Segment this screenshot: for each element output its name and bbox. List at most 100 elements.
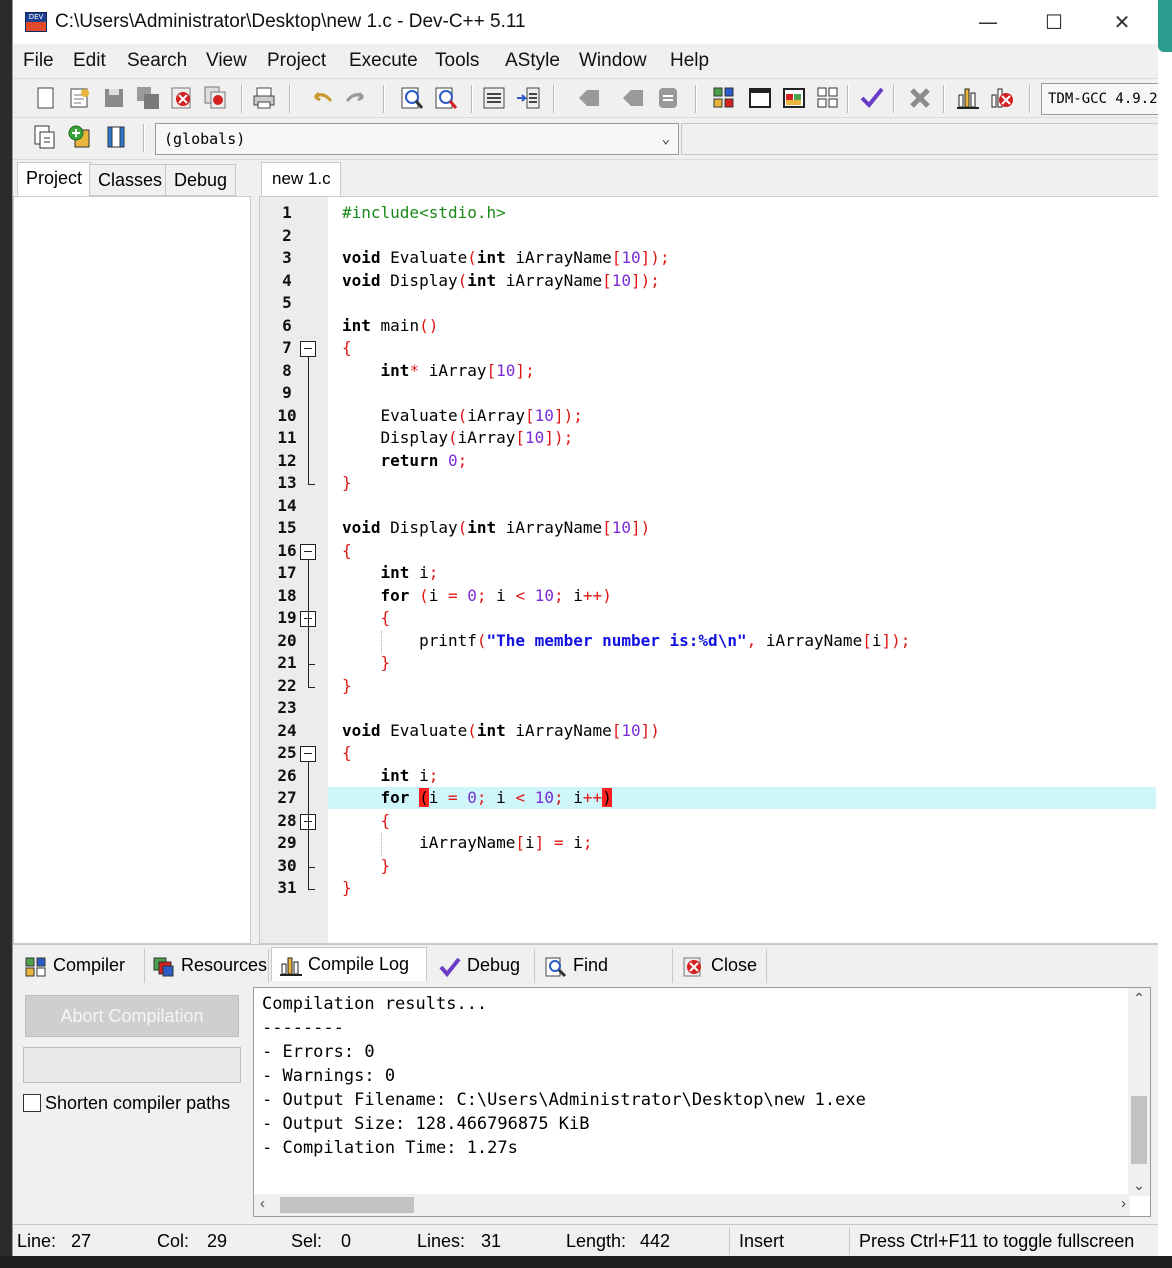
line-gutter: 1 2 3 4 5 6 7 8 9 10 11 12 13 14 15 16 17 18 19 20 21 22 23 24 2… — [260, 197, 328, 943]
log-line: - Errors: 0 — [262, 1042, 375, 1062]
code-editor[interactable]: 1 2 3 4 5 6 7 8 9 10 11 12 13 14 15 16 17 18 19 20 21 22 23 24 2… — [259, 196, 1158, 944]
bar-chart-icon — [280, 954, 302, 976]
code-line: } — [342, 473, 352, 492]
profile-chart-icon[interactable] — [955, 85, 981, 111]
toolbar-separator — [241, 85, 243, 113]
compile-log-output[interactable]: Compilation results... -------- - Errors: … — [253, 987, 1151, 1217]
save-icon[interactable] — [101, 85, 127, 111]
close-button[interactable]: ✕ — [1089, 0, 1155, 44]
tab-compile-log-label: Compile Log — [308, 954, 410, 974]
menu-search[interactable]: Search — [127, 50, 187, 72]
minimize-button[interactable]: — — [955, 0, 1021, 44]
code-line: { — [342, 338, 352, 357]
scroll-up-icon[interactable]: ⌃ — [1128, 990, 1150, 1007]
compile-run-icon[interactable] — [781, 85, 807, 111]
fold-collapse-icon[interactable] — [300, 341, 316, 357]
compile-icon[interactable] — [711, 85, 737, 111]
maximize-button[interactable]: ☐ — [1021, 0, 1087, 44]
status-sel-value: 0 — [341, 1231, 352, 1251]
toolbar-separator — [143, 124, 145, 152]
menu-help[interactable]: Help — [670, 50, 709, 72]
run-icon[interactable] — [747, 85, 773, 111]
shorten-paths-label: Shorten compiler paths — [45, 1093, 231, 1113]
tab-resources[interactable]: Resources — [145, 949, 269, 983]
rebuild-all-icon[interactable] — [815, 85, 841, 111]
status-insert-mode: Insert — [739, 1231, 785, 1251]
status-length-label: Length: — [566, 1231, 627, 1251]
stop-execution-icon[interactable] — [907, 85, 933, 111]
bookmark-prev-icon[interactable] — [575, 85, 601, 111]
menu-bar: File Edit Search View Project Execute To… — [13, 44, 1158, 78]
close-red-icon — [683, 955, 705, 977]
replace-icon[interactable] — [433, 85, 459, 111]
undo-icon[interactable] — [309, 85, 335, 111]
find-icon[interactable] — [399, 85, 425, 111]
goto-line-icon[interactable] — [515, 85, 541, 111]
tab-debug[interactable]: Debug — [165, 164, 237, 196]
status-col-value: 29 — [207, 1231, 228, 1251]
scroll-right-icon[interactable]: › — [1121, 1195, 1126, 1212]
tab-project[interactable]: Project — [17, 162, 92, 196]
bookmark-next-icon[interactable] — [619, 85, 645, 111]
line-number: 7 — [282, 338, 292, 357]
log-line: - Compilation Time: 1.27s — [262, 1138, 518, 1158]
syntax-check-icon[interactable] — [859, 85, 885, 111]
save-all-icon[interactable] — [135, 85, 161, 111]
fold-collapse-icon[interactable] — [300, 746, 316, 762]
fold-end — [308, 484, 315, 485]
scroll-thumb[interactable] — [280, 1197, 414, 1213]
menu-project[interactable]: Project — [267, 50, 326, 72]
indent-guide — [381, 833, 382, 856]
tab-find-results[interactable]: Find Results — [537, 949, 673, 1007]
menu-view[interactable]: View — [206, 50, 247, 72]
tab-close[interactable]: Close — [675, 949, 767, 983]
secondary-toolbar: (globals) ⌄ — [13, 118, 1158, 160]
close-file-icon[interactable] — [169, 85, 195, 111]
new-project-icon[interactable] — [31, 124, 57, 150]
log-horizontal-scrollbar[interactable]: ‹ › — [254, 1194, 1130, 1216]
shorten-paths-option[interactable]: Shorten compiler paths — [23, 1093, 230, 1114]
menu-window[interactable]: Window — [579, 50, 647, 72]
menu-astyle[interactable]: AStyle — [505, 50, 560, 72]
new-file-icon[interactable] — [33, 85, 59, 111]
line-number: 22 — [277, 675, 297, 695]
tab-classes[interactable]: Classes — [89, 164, 172, 196]
scope-dropdown[interactable]: (globals) ⌄ — [155, 123, 679, 155]
menu-execute[interactable]: Execute — [349, 50, 418, 72]
redo-icon[interactable] — [343, 85, 369, 111]
menu-tools[interactable]: Tools — [435, 50, 479, 72]
close-all-icon[interactable] — [203, 85, 229, 111]
print-icon[interactable] — [251, 85, 277, 111]
scroll-thumb[interactable] — [1131, 1096, 1147, 1164]
toggle-comment-icon[interactable] — [655, 85, 681, 111]
add-to-project-icon[interactable] — [67, 124, 93, 150]
menu-file[interactable]: File — [23, 50, 54, 72]
open-file-icon[interactable] — [67, 85, 93, 111]
tab-compiler[interactable]: Compiler — [17, 949, 145, 983]
fold-collapse-icon[interactable] — [300, 543, 316, 560]
code-line: for (i = 0; i < 10; i++) — [380, 585, 612, 605]
project-options-icon[interactable] — [103, 124, 129, 150]
shorten-paths-checkbox[interactable] — [23, 1094, 41, 1112]
fold-end — [308, 889, 315, 890]
compiler-set-select[interactable]: TDM-GCC 4.9.2 64-bit Release — [1041, 83, 1158, 115]
function-dropdown[interactable] — [681, 123, 1158, 155]
log-line: - Warnings: 0 — [262, 1066, 396, 1086]
menu-edit[interactable]: Edit — [73, 50, 106, 72]
tab-debug-output[interactable]: Debug — [431, 949, 535, 983]
scroll-left-icon[interactable]: ‹ — [260, 1195, 265, 1212]
delete-profile-icon[interactable] — [989, 85, 1015, 111]
abort-compilation-button[interactable]: Abort Compilation — [25, 995, 239, 1037]
devcpp-app-icon: DEV — [25, 12, 47, 32]
project-tree[interactable] — [13, 196, 251, 944]
editor-tab-new-1-c[interactable]: new 1.c — [261, 162, 341, 196]
line-number: 18 — [277, 585, 297, 605]
line-number: 2 — [282, 225, 292, 245]
indent-icon[interactable] — [481, 85, 507, 111]
log-vertical-scrollbar[interactable]: ⌃ ⌄ — [1128, 988, 1150, 1196]
status-lines-label: Lines: — [417, 1231, 466, 1251]
devcpp-window: DEV C:\Users\Administrator\Desktop\new 1… — [12, 0, 1158, 1256]
tab-compile-log[interactable]: Compile Log — [271, 947, 427, 981]
scroll-down-icon[interactable]: ⌄ — [1128, 1177, 1150, 1194]
code-line: } — [380, 653, 391, 672]
